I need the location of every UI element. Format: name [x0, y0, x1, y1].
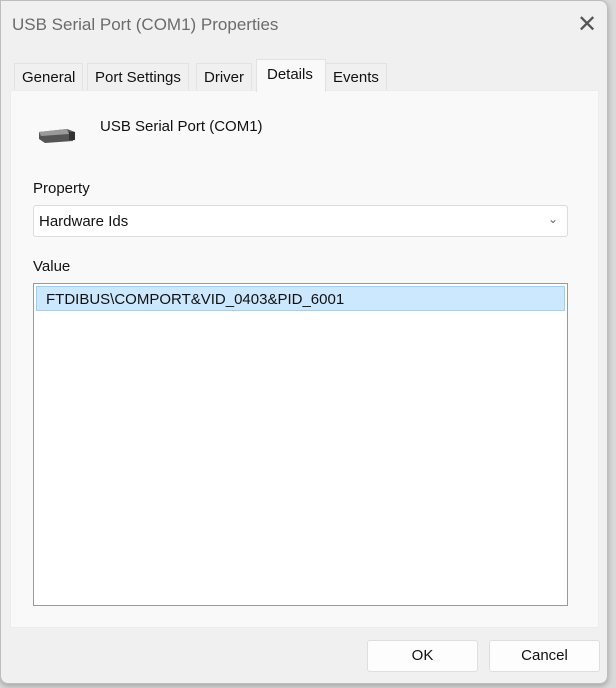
property-label: Property: [33, 180, 90, 197]
tab-details[interactable]: Details: [256, 59, 326, 92]
property-dropdown[interactable]: Hardware Ids ⌄: [33, 205, 568, 237]
details-panel: USB Serial Port (COM1) Property Hardware…: [10, 90, 599, 628]
window-title: USB Serial Port (COM1) Properties: [12, 15, 279, 34]
properties-dialog: USB Serial Port (COM1) Properties ✕ Gene…: [0, 0, 608, 684]
value-label: Value: [33, 258, 71, 275]
device-name: USB Serial Port (COM1): [100, 118, 263, 135]
close-icon: ✕: [576, 11, 598, 38]
ok-button[interactable]: OK: [367, 640, 478, 672]
chevron-down-icon: ⌄: [547, 212, 558, 226]
value-list[interactable]: FTDIBUS\COMPORT&VID_0403&PID_6001: [33, 283, 568, 606]
cancel-button[interactable]: Cancel: [489, 640, 600, 672]
serial-port-icon: [39, 129, 75, 143]
tab-general[interactable]: General: [14, 63, 84, 91]
property-selected: Hardware Ids: [39, 213, 129, 230]
close-button[interactable]: ✕: [573, 11, 601, 39]
tab-events[interactable]: Events: [325, 63, 387, 91]
tab-driver[interactable]: Driver: [196, 63, 252, 91]
list-item[interactable]: FTDIBUS\COMPORT&VID_0403&PID_6001: [36, 286, 565, 311]
tab-port-settings[interactable]: Port Settings: [87, 63, 189, 91]
